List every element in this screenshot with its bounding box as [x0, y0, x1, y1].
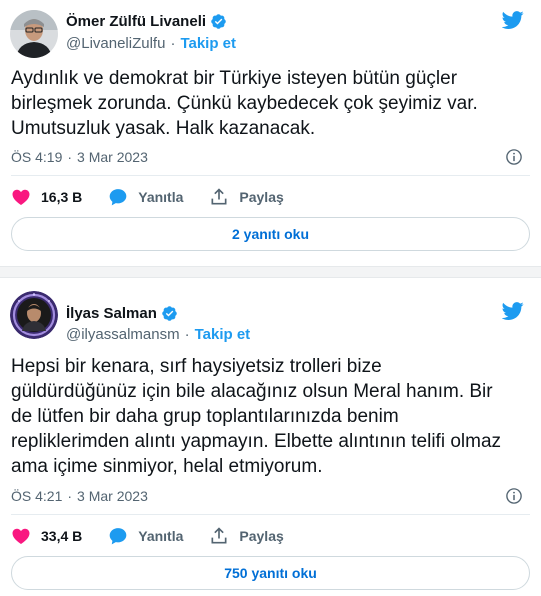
tweet-text: Aydınlık ve demokrat bir Türkiye isteyen…: [11, 68, 478, 139]
avatar[interactable]: [10, 10, 58, 58]
share-label: Paylaş: [239, 189, 284, 205]
tweet-time[interactable]: ÖS 4:21: [11, 488, 62, 504]
heart-icon: [12, 528, 30, 544]
follow-button[interactable]: Takip et: [195, 326, 251, 343]
author-handle[interactable]: @LivaneliZulfu: [66, 35, 165, 52]
reply-label: Yanıtla: [138, 528, 184, 544]
author-name[interactable]: Ömer Zülfü Livaneli: [66, 13, 206, 30]
action-bar: 16,3 B Yanıtla Paylaş: [11, 186, 310, 208]
share-label: Paylaş: [239, 528, 284, 544]
share-button[interactable]: Paylaş: [209, 187, 284, 207]
like-count: 16,3 B: [41, 189, 83, 205]
tweet-separator: [0, 266, 541, 278]
tweet-date[interactable]: 3 Mar 2023: [77, 488, 148, 504]
like-button[interactable]: 16,3 B: [11, 187, 82, 207]
separator-dot: ·: [170, 34, 176, 52]
twitter-bird-icon[interactable]: [502, 300, 524, 322]
action-bar: 33,4 B Yanıtla Paylaş: [11, 525, 310, 547]
avatar[interactable]: [10, 291, 58, 339]
read-replies-button[interactable]: 2 yanıtı oku: [11, 217, 530, 251]
share-icon: [211, 188, 227, 205]
divider: [11, 175, 530, 176]
info-icon[interactable]: [505, 487, 523, 505]
tweet-card: Ömer Zülfü Livaneli @LivaneliZulfu · Tak…: [0, 0, 541, 266]
reply-button[interactable]: Yanıtla: [108, 526, 183, 546]
timestamp[interactable]: ÖS 4:19 · 3 Mar 2023: [11, 147, 148, 167]
verified-badge-icon: [211, 13, 226, 29]
timestamp[interactable]: ÖS 4:21 · 3 Mar 2023: [11, 486, 148, 506]
like-button[interactable]: 33,4 B: [11, 526, 82, 546]
tweet-text: Hepsi bir kenara, sırf haysiyetsiz troll…: [11, 356, 502, 477]
heart-icon: [12, 189, 30, 205]
share-icon: [211, 527, 227, 544]
reply-button[interactable]: Yanıtla: [108, 187, 183, 207]
reply-bubble-icon: [109, 189, 127, 206]
author-handle[interactable]: @ilyassalmansm: [66, 326, 180, 343]
separator-dot: ·: [67, 149, 73, 165]
verified-badge-icon: [162, 305, 177, 321]
info-icon[interactable]: [505, 148, 523, 166]
like-count: 33,4 B: [41, 528, 83, 544]
separator-dot: ·: [67, 488, 73, 504]
twitter-bird-icon[interactable]: [502, 9, 524, 31]
separator-dot: ·: [184, 325, 190, 343]
tweet-time[interactable]: ÖS 4:19: [11, 149, 62, 165]
tweet-card: İlyas Salman @ilyassalmansm · Takip et H…: [0, 278, 541, 596]
divider: [11, 514, 530, 515]
share-button[interactable]: Paylaş: [209, 526, 284, 546]
read-replies-button[interactable]: 750 yanıtı oku: [11, 556, 530, 590]
reply-label: Yanıtla: [138, 189, 184, 205]
tweet-date[interactable]: 3 Mar 2023: [77, 149, 148, 165]
reply-bubble-icon: [109, 528, 127, 545]
follow-button[interactable]: Takip et: [180, 35, 236, 52]
author-name[interactable]: İlyas Salman: [66, 305, 157, 322]
